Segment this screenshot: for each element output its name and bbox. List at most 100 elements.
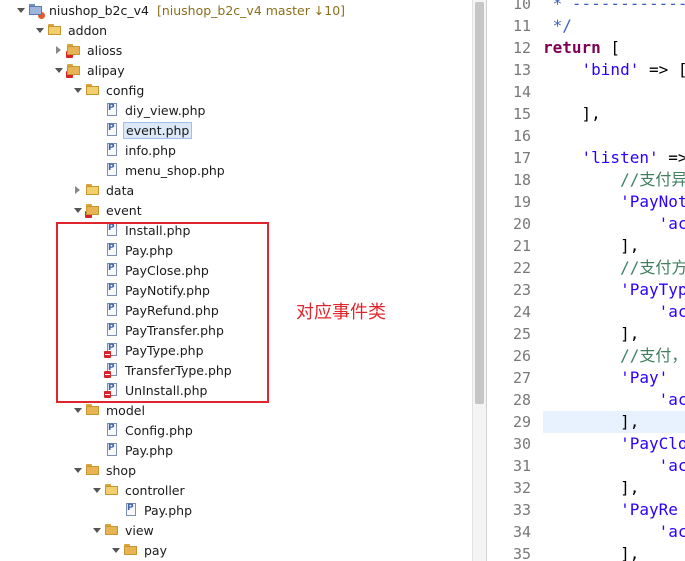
code-line[interactable]: 'PayTyp <box>543 279 685 301</box>
package-folder-icon <box>85 462 101 478</box>
tree-scrollbar[interactable] <box>472 0 486 561</box>
expand-arrow-icon[interactable] <box>109 540 123 560</box>
tree-scrollbar-thumb[interactable] <box>475 2 484 404</box>
line-number: 21 <box>512 237 531 255</box>
code-line[interactable]: //支付方 <box>543 257 685 279</box>
tree-item[interactable]: diy_view.php <box>104 100 207 120</box>
tree-item-label: alipay <box>87 62 125 78</box>
code-line[interactable]: //支付异 <box>543 169 685 191</box>
line-number: 34 <box>512 523 531 541</box>
tree-item-label: model <box>106 402 145 418</box>
line-number: 26 <box>512 347 531 365</box>
tree-item[interactable]: alipay <box>52 60 127 80</box>
code-line[interactable]: 'ac <box>543 455 685 477</box>
line-number: 12 <box>512 39 531 57</box>
tree-item[interactable]: Pay.php <box>123 500 194 520</box>
line-number: 24 <box>512 303 531 321</box>
expand-arrow-icon[interactable] <box>90 480 104 500</box>
code-line[interactable]: ], <box>543 411 639 433</box>
tree-item[interactable]: event.php <box>104 120 193 140</box>
expand-arrow-icon[interactable] <box>71 400 85 420</box>
code-line[interactable]: 'ac <box>543 389 685 411</box>
tree-item-label: info.php <box>125 142 176 158</box>
line-number: 31 <box>512 457 531 475</box>
tree-item-label: view <box>125 522 154 538</box>
line-number: 35 <box>512 545 531 561</box>
code-line[interactable]: return [ <box>543 37 620 59</box>
tree-item-label: Config.php <box>125 422 193 438</box>
php-file-icon <box>104 122 120 138</box>
expand-arrow-icon[interactable] <box>14 0 28 20</box>
line-number: 28 <box>512 391 531 409</box>
expand-arrow-icon[interactable] <box>90 520 104 540</box>
line-number: 23 <box>512 281 531 299</box>
php-file-icon <box>104 142 120 158</box>
code-line[interactable]: ], <box>543 323 639 345</box>
code-line[interactable]: 'Pay' <box>543 367 678 389</box>
tree-item-label: shop <box>106 462 137 478</box>
expand-arrow-icon[interactable] <box>71 200 85 220</box>
php-project-icon <box>28 2 45 19</box>
line-number-gutter: 10 11 12 13 14 15 16 17 18 19 20 21 22 23 24 25 26 27 28 29… <box>487 0 539 561</box>
folder-icon <box>85 82 101 98</box>
package-folder-icon <box>66 62 82 78</box>
code-line[interactable]: ], <box>543 543 639 561</box>
code-line[interactable]: 'ac <box>543 521 685 543</box>
line-number: 11 <box>512 17 531 35</box>
tree-item[interactable]: Pay.php <box>104 440 175 460</box>
code-line[interactable]: //支付， <box>543 345 685 367</box>
code-line[interactable]: 'bind' => [ <box>543 59 685 81</box>
tree-item[interactable]: view <box>90 520 156 540</box>
tree-item[interactable]: data <box>71 180 136 200</box>
expand-arrow-icon[interactable] <box>33 20 47 40</box>
tree-item[interactable]: shop <box>71 460 138 480</box>
tree-item[interactable]: event <box>71 200 144 220</box>
code-line[interactable]: 'PayNot <box>543 191 685 213</box>
line-number: 32 <box>512 479 531 497</box>
package-folder-icon <box>104 522 120 538</box>
php-file-icon <box>104 102 120 118</box>
tree-row-project-root[interactable]: niushop_b2c_v4 [niushop_b2c_v4 master ↓1… <box>14 0 345 20</box>
tree-item-label: alioss <box>87 42 123 58</box>
tree-item[interactable]: alioss <box>52 40 124 60</box>
collapse-arrow-icon[interactable] <box>52 40 66 60</box>
tree-item[interactable]: controller <box>90 480 187 500</box>
code-line[interactable]: 'PayClo <box>543 433 685 455</box>
tree-item[interactable]: pay <box>109 540 169 560</box>
expand-arrow-icon[interactable] <box>71 80 85 100</box>
tree-item[interactable]: menu_shop.php <box>104 160 227 180</box>
project-name: niushop_b2c_v4 <box>49 2 149 18</box>
code-line[interactable]: 'ac <box>543 301 685 323</box>
line-number: 16 <box>512 127 531 145</box>
folder-icon <box>104 482 120 498</box>
expand-arrow-icon[interactable] <box>52 60 66 80</box>
line-number: 17 <box>512 149 531 167</box>
annotation-red-box <box>56 222 269 403</box>
tree-item-label: menu_shop.php <box>125 162 225 178</box>
tree-item-label: config <box>106 82 145 98</box>
code-line[interactable]: 'PayRe <box>543 499 678 521</box>
collapse-arrow-icon[interactable] <box>71 180 85 200</box>
expand-arrow-icon[interactable] <box>71 460 85 480</box>
code-line[interactable]: */ <box>543 15 572 37</box>
code-editor[interactable]: 10 11 12 13 14 15 16 17 18 19 20 21 22 23 24 25 26 27 28 29… <box>486 0 685 561</box>
code-line[interactable]: 'listen' => [ <box>543 147 685 169</box>
code-line[interactable]: ], <box>543 103 601 125</box>
tree-item[interactable]: addon <box>33 20 109 40</box>
annotation-text: 对应事件类 <box>296 302 386 323</box>
tree-item-label: data <box>106 182 135 198</box>
tree-item[interactable]: Config.php <box>104 420 195 440</box>
code-line[interactable]: 'ac <box>543 213 685 235</box>
tree-item[interactable]: info.php <box>104 140 178 160</box>
php-file-icon <box>104 422 120 438</box>
code-line[interactable]: ], <box>543 477 639 499</box>
line-number: 20 <box>512 215 531 233</box>
tree-item-label: controller <box>125 482 185 498</box>
tree-item[interactable]: model <box>71 400 147 420</box>
php-file-icon <box>104 162 120 178</box>
code-line[interactable]: ], <box>543 235 639 257</box>
error-marker-icon <box>66 51 73 58</box>
code-line[interactable]: * ----------------------- <box>543 0 685 15</box>
line-number: 10 <box>512 0 531 13</box>
tree-item[interactable]: config <box>71 80 146 100</box>
